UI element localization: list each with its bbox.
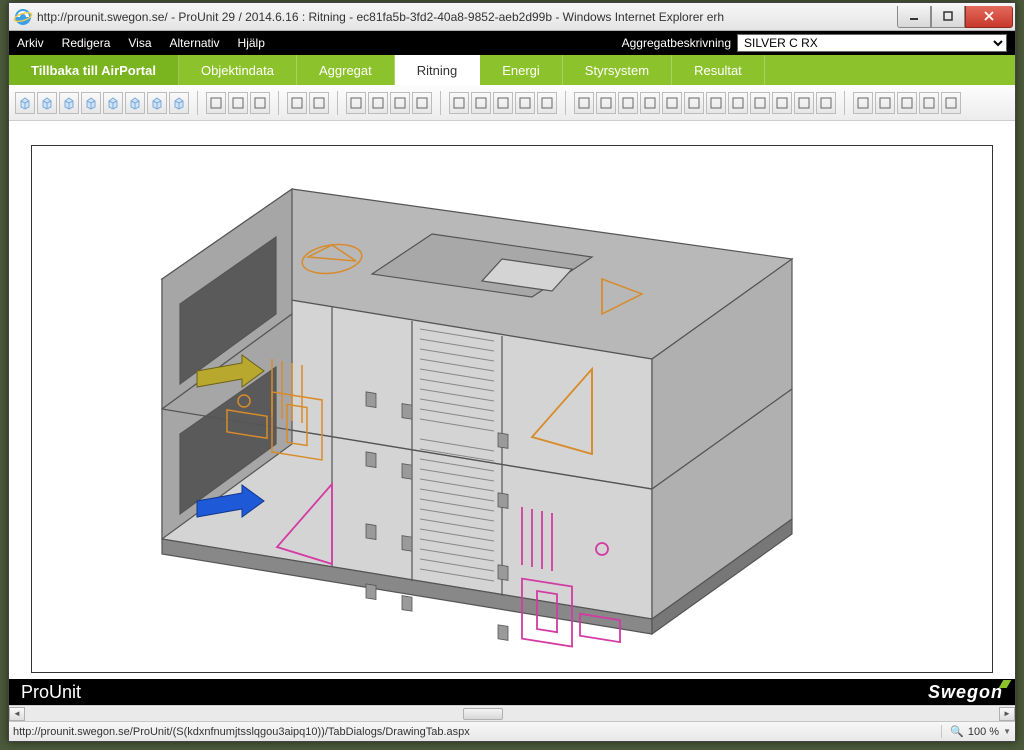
toolbar-module-2[interactable] [596,92,616,114]
toolbar-view3d-6[interactable] [125,92,145,114]
zoom-value: 100 % [968,726,999,738]
toolbar-module-11[interactable] [794,92,814,114]
scroll-right-button[interactable]: ► [999,707,1015,721]
toolbar-module-1[interactable] [574,92,594,114]
menu-visa[interactable]: Visa [128,36,151,50]
window-buttons [897,6,1013,28]
tab-ritning[interactable]: Ritning [395,55,480,85]
aggregate-select[interactable]: SILVER C RX [737,34,1007,52]
tab-objektindata[interactable]: Objektindata [179,55,297,85]
toolbar [9,85,1015,121]
magnifier-icon: 🔍 [950,725,964,738]
toolbar-align-3[interactable] [250,92,270,114]
toolbar-separator [337,91,338,115]
toolbar-panel-3[interactable] [493,92,513,114]
tab-aggregat[interactable]: Aggregat [297,55,395,85]
toolbar-view3d-4[interactable] [81,92,101,114]
tabbar: Tillbaka till AirPortal Objektindata Agg… [9,55,1015,85]
maximize-button[interactable] [931,6,965,28]
tab-resultat[interactable]: Resultat [672,55,765,85]
menu-arkiv[interactable]: Arkiv [17,36,44,50]
toolbar-panel-1[interactable] [449,92,469,114]
status-url: http://prounit.swegon.se/ProUnit/(S(kdxn… [13,726,941,738]
toolbar-panel-2[interactable] [471,92,491,114]
window-title: http://prounit.swegon.se/ - ProUnit 29 /… [37,10,897,24]
brand-footer: ProUnit Swegon [9,679,1015,705]
toolbar-module-6[interactable] [684,92,704,114]
toolbar-save[interactable] [897,92,917,114]
toolbar-bracket-right[interactable] [309,92,329,114]
toolbar-align-1[interactable] [206,92,226,114]
scroll-left-button[interactable]: ◄ [9,707,25,721]
tab-styrsystem[interactable]: Styrsystem [563,55,672,85]
unit-drawing [32,146,992,672]
aggregate-label: Aggregatbeskrivning [622,36,731,50]
toolbar-view3d-1[interactable] [15,92,35,114]
app-window: http://prounit.swegon.se/ - ProUnit 29 /… [8,2,1016,742]
toolbar-delete[interactable] [412,92,432,114]
toolbar-module-10[interactable] [772,92,792,114]
toolbar-panel-4[interactable] [515,92,535,114]
toolbar-dim[interactable] [390,92,410,114]
toolbar-view3d-8[interactable] [169,92,189,114]
horizontal-scrollbar[interactable]: ◄ ► [9,705,1015,721]
toolbar-panel-5[interactable] [537,92,557,114]
toolbar-view3d-5[interactable] [103,92,123,114]
toolbar-separator [440,91,441,115]
zoom-control[interactable]: 🔍 100 % ▼ [941,725,1011,738]
toolbar-module-12[interactable] [816,92,836,114]
toolbar-separator [278,91,279,115]
toolbar-view3d-7[interactable] [147,92,167,114]
brand-prounit: ProUnit [21,682,81,703]
toolbar-blank[interactable] [919,92,939,114]
toolbar-paste[interactable] [368,92,388,114]
toolbar-align-2[interactable] [228,92,248,114]
drawing-frame [31,145,993,673]
toolbar-module-3[interactable] [618,92,638,114]
ie-icon [13,7,33,27]
toolbar-module-4[interactable] [640,92,660,114]
toolbar-module-5[interactable] [662,92,682,114]
toolbar-separator [565,91,566,115]
menu-redigera[interactable]: Redigera [62,36,111,50]
scroll-thumb[interactable] [463,708,503,720]
toolbar-module-7[interactable] [706,92,726,114]
toolbar-bracket-left[interactable] [287,92,307,114]
minimize-button[interactable] [897,6,931,28]
menu-hjalp[interactable]: Hjälp [238,36,265,50]
toolbar-separator [844,91,845,115]
tab-energi[interactable]: Energi [480,55,563,85]
toolbar-copy[interactable] [346,92,366,114]
close-button[interactable] [965,6,1013,28]
toolbar-module-9[interactable] [750,92,770,114]
tab-home[interactable]: Tillbaka till AirPortal [9,55,179,85]
toolbar-view3d-2[interactable] [37,92,57,114]
menubar: Arkiv Redigera Visa Alternativ Hjälp Agg… [9,31,1015,55]
drawing-canvas[interactable] [9,121,1015,679]
brand-swegon: Swegon [928,682,1003,703]
toolbar-grid[interactable] [941,92,961,114]
titlebar: http://prounit.swegon.se/ - ProUnit 29 /… [9,3,1015,31]
chevron-down-icon: ▼ [1003,727,1011,736]
toolbar-square[interactable] [875,92,895,114]
menu-alternativ[interactable]: Alternativ [170,36,220,50]
scroll-track[interactable] [25,707,999,721]
statusbar: http://prounit.swegon.se/ProUnit/(S(kdxn… [9,721,1015,741]
toolbar-module-8[interactable] [728,92,748,114]
toolbar-separator [197,91,198,115]
toolbar-arrow-lr[interactable] [853,92,873,114]
toolbar-view3d-3[interactable] [59,92,79,114]
